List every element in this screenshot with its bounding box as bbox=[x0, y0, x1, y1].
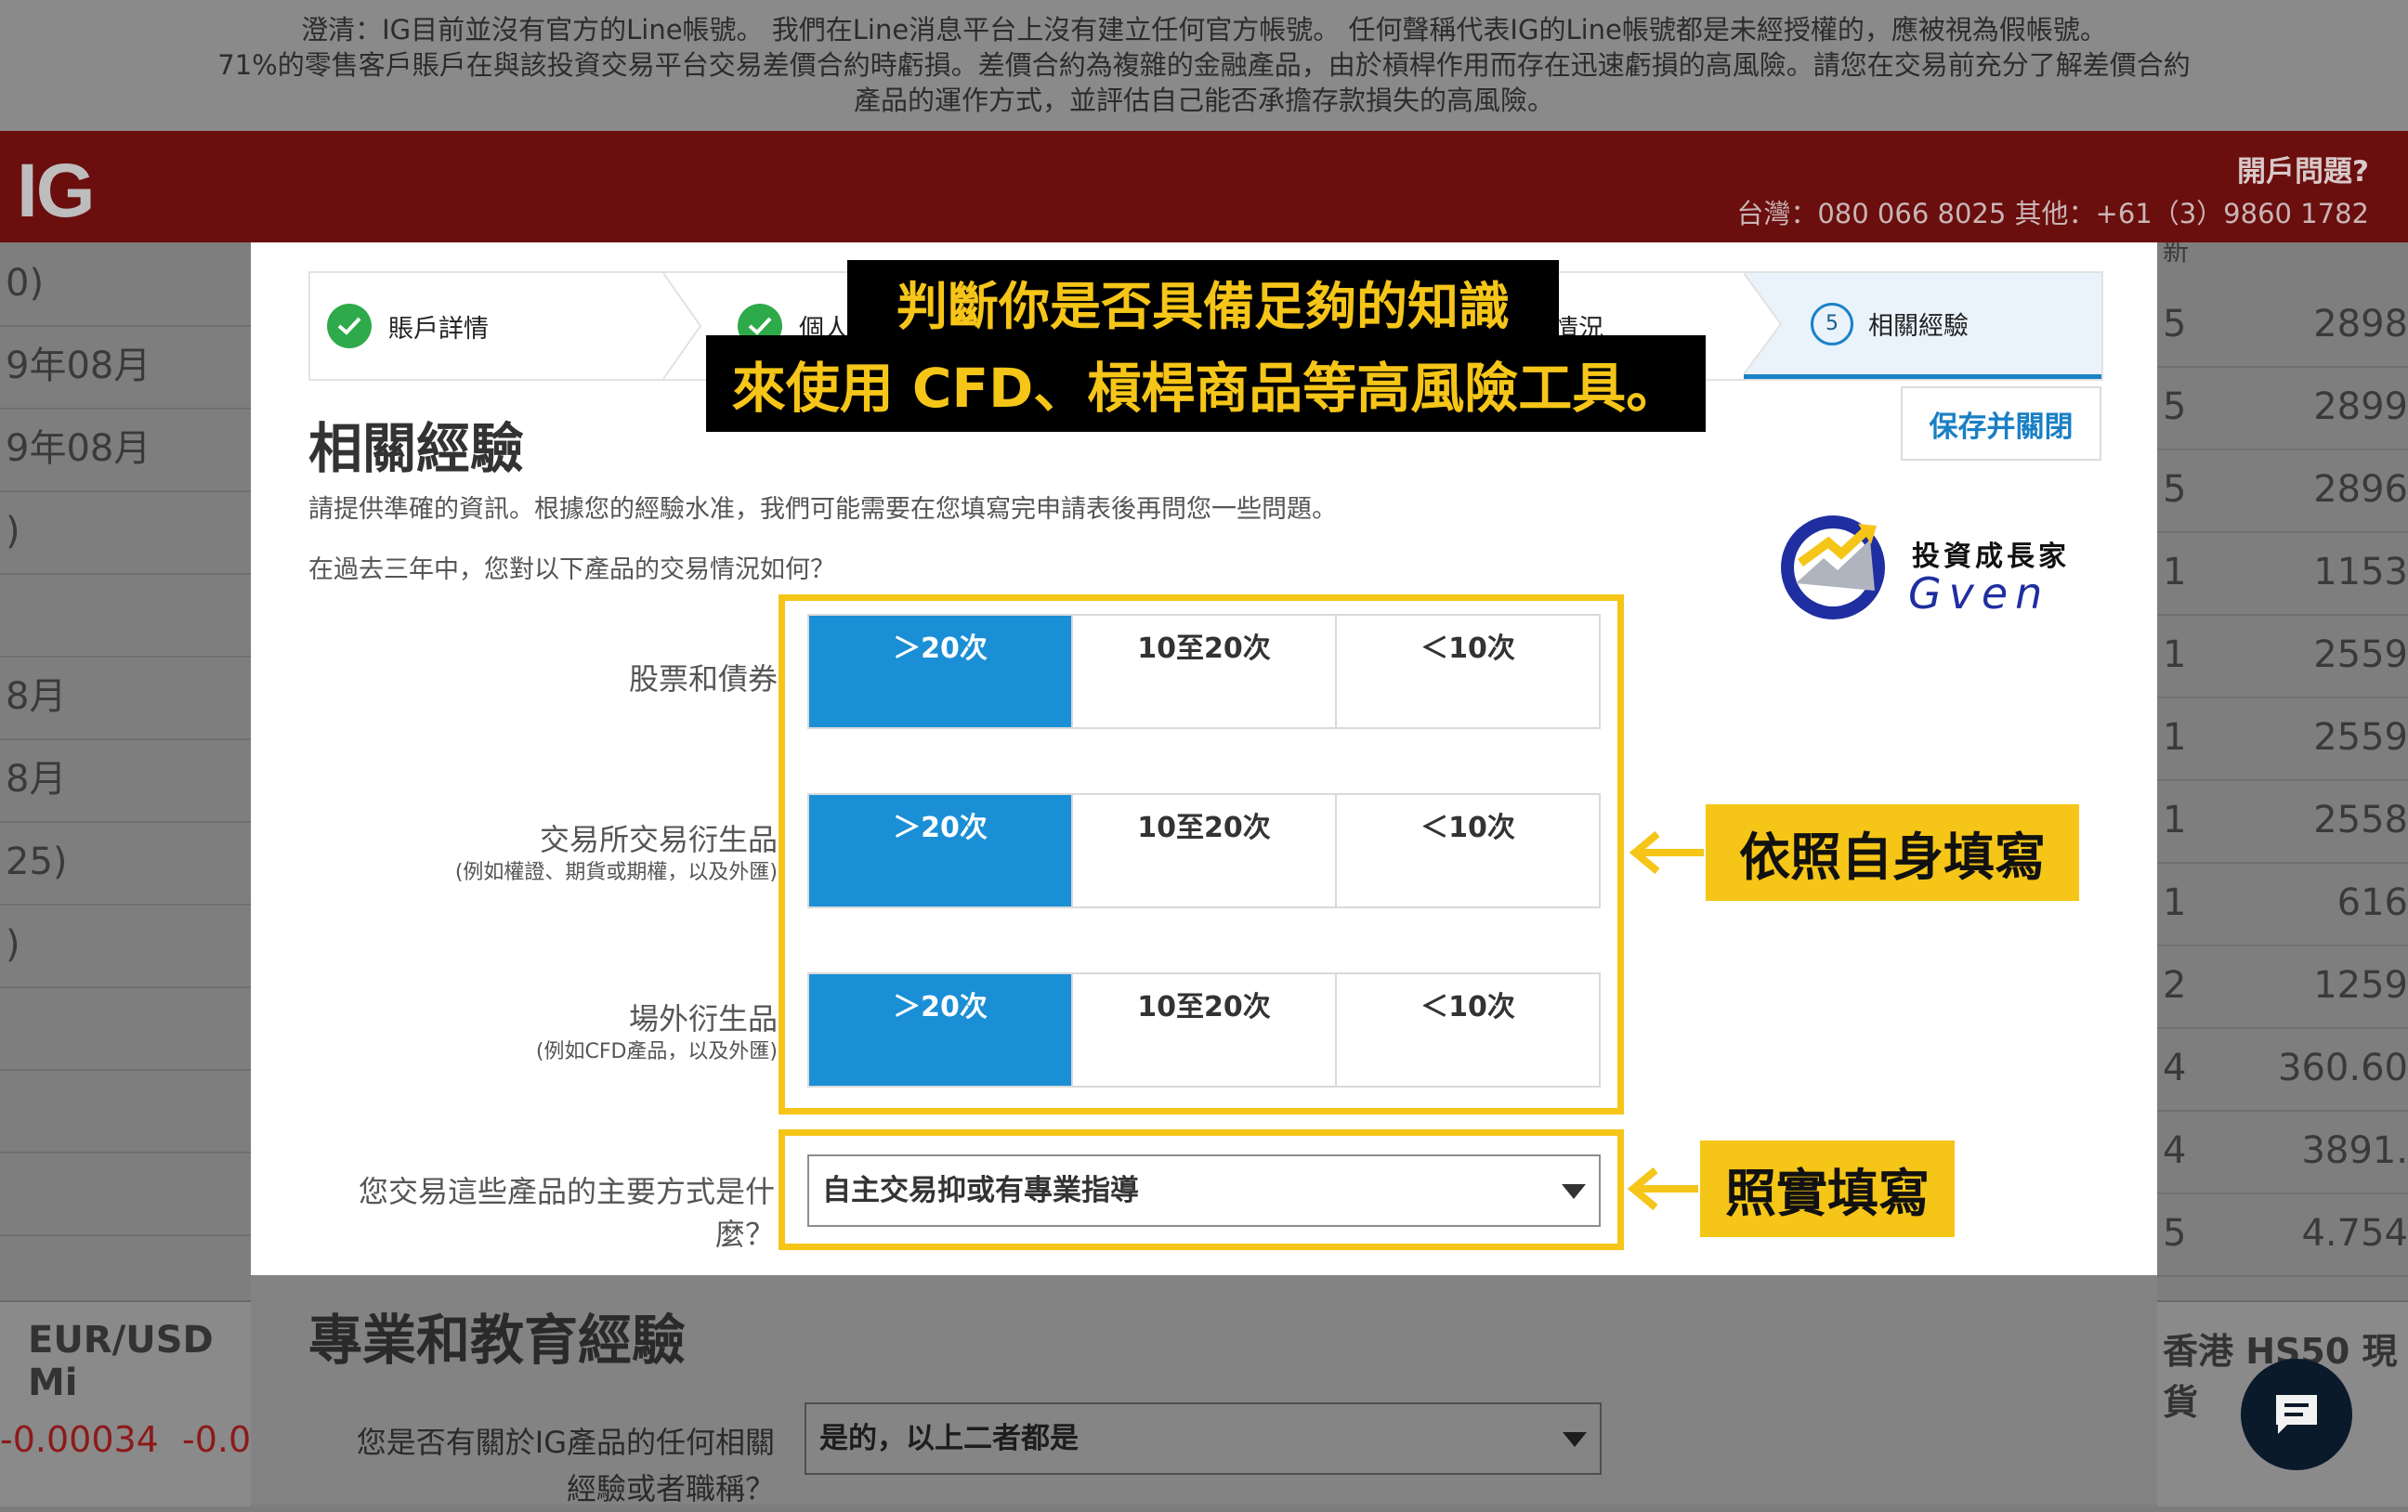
step-label: 賬戶詳情 bbox=[388, 314, 489, 344]
ticker-change: -0.0 bbox=[182, 1419, 252, 1460]
help-phone: 台灣：080 066 8025 其他：+61（3）9860 1782 bbox=[1736, 198, 2369, 229]
table-row: 1 2559 bbox=[2157, 614, 2408, 698]
table-row bbox=[0, 573, 251, 658]
section-title-professional: 專業和教育經驗 bbox=[308, 1309, 687, 1372]
site-header: IG 開戶問題? 台灣：080 066 8025 其他：+61（3）9860 1… bbox=[0, 131, 2408, 242]
table-row: 8月 bbox=[0, 738, 251, 823]
page-title: 相關經驗 bbox=[308, 417, 525, 480]
disclaimer-line-2: 71%的零售客戶賬戶在與該投資交易平台交易差價合約時虧損。差價合約為複雜的金融產… bbox=[217, 49, 2191, 81]
ticker-value: -0.00034 bbox=[0, 1419, 159, 1460]
table-row: 1 2558 bbox=[2157, 779, 2408, 864]
disclaimer-line-1: 澄清：IG目前並沒有官方的Line帳號。 我們在Line消息平台上沒有建立任何官… bbox=[301, 14, 2107, 46]
row-label-otc-derivatives: 場外衍生品 (例如CFD產品，以及外匯) bbox=[536, 1002, 778, 1069]
table-row: 1 2559 bbox=[2157, 697, 2408, 781]
step-account-details[interactable]: 賬戶詳情 bbox=[327, 273, 489, 379]
row-sublabel: (例如CFD產品，以及外匯) bbox=[535, 1040, 778, 1063]
table-row: ) bbox=[0, 904, 251, 988]
step-related-experience[interactable]: 5 相關經驗 bbox=[1744, 273, 2101, 379]
caption-line-1: 判斷你是否具備足夠的知識 bbox=[847, 260, 1559, 344]
page-description: 請提供準確的資訊。根據您的經驗水准，我們可能需要在您填寫完申請表後再問您一些問題… bbox=[308, 495, 1337, 524]
table-row: 5 2899 bbox=[2157, 366, 2408, 450]
brand-logo-icon bbox=[1781, 515, 1885, 619]
ticker-card-left: EUR/USD Mi -0.00034 -0.0 bbox=[0, 1300, 251, 1506]
ticker-title: EUR/USD Mi bbox=[28, 1319, 214, 1404]
row-label-stocks-bonds: 股票和債券 bbox=[628, 661, 778, 697]
ig-logo[interactable]: IG bbox=[17, 148, 96, 235]
professional-experience-select[interactable]: 是的，以上二者都是 bbox=[805, 1402, 1602, 1475]
disclaimer-line-3: 產品的運作方式，並評估自己能否承擔存款損失的高風險。 bbox=[853, 85, 1554, 116]
chevron-down-icon bbox=[1563, 1432, 1587, 1447]
table-row: 5 4.754 bbox=[2157, 1193, 2408, 1277]
highlight-frame-options bbox=[779, 594, 1624, 1114]
table-row bbox=[0, 1069, 251, 1154]
trade-method-label: 您交易這些產品的主要方式是什 麼？ bbox=[358, 1174, 775, 1252]
table-row: 5 2896 bbox=[2157, 449, 2408, 533]
table-row: 25) bbox=[0, 821, 251, 906]
chat-icon bbox=[2276, 1395, 2317, 1434]
table-row: ) bbox=[0, 490, 251, 575]
brand-watermark: 投資成長家 Gven bbox=[1773, 507, 2098, 628]
table-header: 新 bbox=[2163, 242, 2190, 267]
table-row: 0) bbox=[0, 242, 251, 327]
table-row: 8月 bbox=[0, 656, 251, 740]
annotation-fill-truthfully: 照實填寫 bbox=[1700, 1141, 1955, 1237]
select-value: 自主交易抑或有專業指導 bbox=[822, 1174, 1139, 1207]
table-row: 9年08月 bbox=[0, 325, 251, 410]
arrow-left-icon bbox=[1627, 1167, 1698, 1211]
table-row: 4 360.60 bbox=[2157, 1027, 2408, 1112]
professional-experience-label: 您是否有關於IG產品的任何相關 經驗或者職稱？ bbox=[356, 1425, 775, 1506]
table-row bbox=[0, 1152, 251, 1236]
step-label: 相關經驗 bbox=[1868, 312, 1969, 341]
annotation-fill-by-self: 依照自身填寫 bbox=[1706, 804, 2079, 901]
trade-method-select[interactable]: 自主交易抑或有專業指導 bbox=[807, 1154, 1601, 1227]
select-value: 是的，以上二者都是 bbox=[819, 1422, 1079, 1455]
step-number: 5 bbox=[1811, 302, 1853, 345]
table-row: 1 616 bbox=[2157, 862, 2408, 946]
row-label-exchange-derivatives: 交易所交易衍生品 (例如權證、期貨或期權，以及外匯) bbox=[455, 823, 778, 890]
table-row bbox=[0, 986, 251, 1071]
experience-question: 在過去三年中，您對以下產品的交易情況如何？ bbox=[308, 555, 835, 584]
check-icon bbox=[327, 304, 372, 348]
table-row: 1 1153 bbox=[2157, 531, 2408, 616]
save-and-close-button[interactable]: 保存并關閉 bbox=[1901, 386, 2101, 461]
table-row: 4 3891. bbox=[2157, 1110, 2408, 1194]
disclaimer-banner: 澄清：IG目前並沒有官方的Line帳號。 我們在Line消息平台上沒有建立任何官… bbox=[0, 0, 2408, 131]
brand-english-name: Gven bbox=[1908, 568, 2050, 619]
help-title: 開戶問題? bbox=[2237, 155, 2369, 189]
arrow-left-icon bbox=[1629, 830, 1704, 875]
row-sublabel: (例如權證、期貨或期權，以及外匯) bbox=[454, 861, 778, 884]
caption-line-2: 來使用 CFD、槓桿商品等高風險工具。 bbox=[706, 335, 1706, 432]
chat-button[interactable] bbox=[2241, 1359, 2352, 1470]
table-row: 5 2898 bbox=[2157, 283, 2408, 368]
chevron-down-icon bbox=[1562, 1184, 1586, 1199]
step-separator-icon bbox=[1744, 273, 1783, 374]
table-row: 9年08月 bbox=[0, 408, 251, 492]
table-row: 2 1259 bbox=[2157, 945, 2408, 1029]
